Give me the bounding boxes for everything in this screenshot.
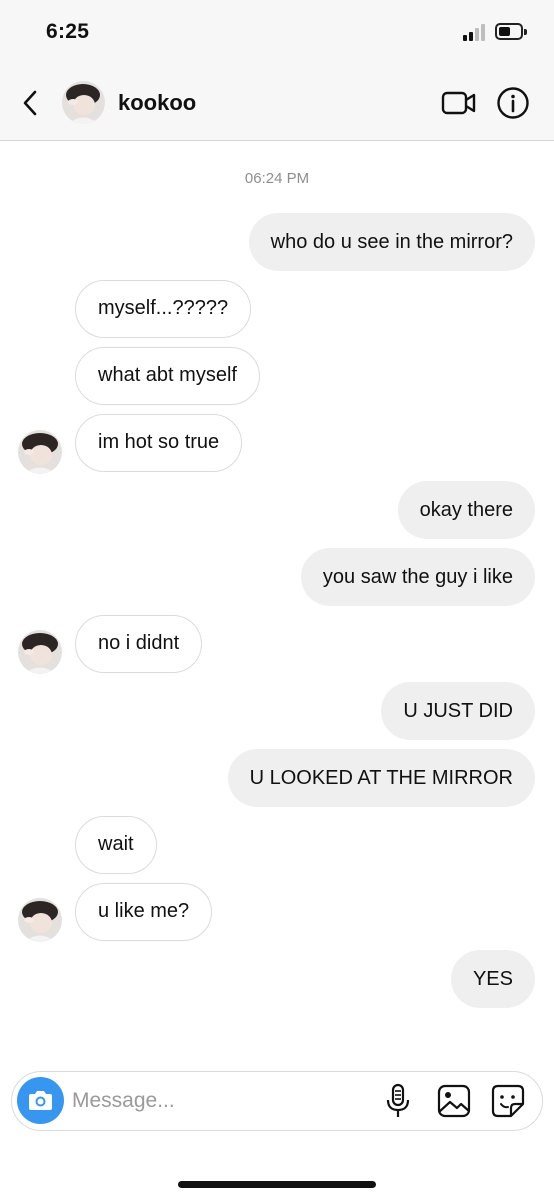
back-button[interactable] (18, 86, 44, 120)
status-time: 6:25 (46, 20, 90, 43)
sent-message[interactable]: U JUST DID (381, 682, 535, 740)
sent-message[interactable]: you saw the guy i like (300, 548, 535, 606)
gallery-button[interactable] (437, 1083, 471, 1119)
message-timestamp: 06:24 PM (244, 170, 310, 187)
message-input[interactable] (72, 1086, 372, 1116)
status-bar: 6:25 (0, 0, 554, 66)
received-message[interactable]: no i didnt (75, 615, 203, 673)
microphone-button[interactable] (384, 1083, 412, 1119)
camera-button[interactable] (17, 1077, 64, 1124)
received-message[interactable]: myself...????? (75, 280, 252, 338)
info-button[interactable] (496, 86, 530, 120)
info-icon (497, 87, 529, 119)
message-composer (11, 1071, 543, 1131)
sender-avatar[interactable] (18, 430, 62, 474)
gallery-icon (437, 1084, 471, 1118)
chat-username[interactable]: kookoo (118, 90, 196, 116)
microphone-icon (386, 1083, 410, 1117)
received-message[interactable]: im hot so true (75, 414, 243, 472)
signal-icon (463, 24, 487, 41)
battery-icon (495, 23, 527, 41)
received-message[interactable]: u like me? (75, 883, 213, 941)
sent-message[interactable]: U LOOKED AT THE MIRROR (227, 749, 535, 807)
sticker-icon (491, 1084, 525, 1118)
sent-message[interactable]: who do u see in the mirror? (248, 213, 535, 271)
video-call-button[interactable] (441, 88, 477, 118)
chat-header: kookoo (0, 66, 554, 141)
avatar[interactable] (62, 81, 105, 124)
video-camera-icon (441, 91, 476, 115)
camera-icon (29, 1091, 52, 1110)
sent-message[interactable]: YES (450, 950, 535, 1008)
sender-avatar[interactable] (18, 630, 62, 674)
sticker-button[interactable] (490, 1083, 526, 1119)
sent-message[interactable]: okay there (397, 481, 535, 539)
home-indicator[interactable] (178, 1181, 376, 1188)
received-message[interactable]: what abt myself (75, 347, 260, 405)
chevron-left-icon (23, 90, 37, 116)
sender-avatar[interactable] (18, 898, 62, 942)
received-message[interactable]: wait (75, 816, 157, 874)
